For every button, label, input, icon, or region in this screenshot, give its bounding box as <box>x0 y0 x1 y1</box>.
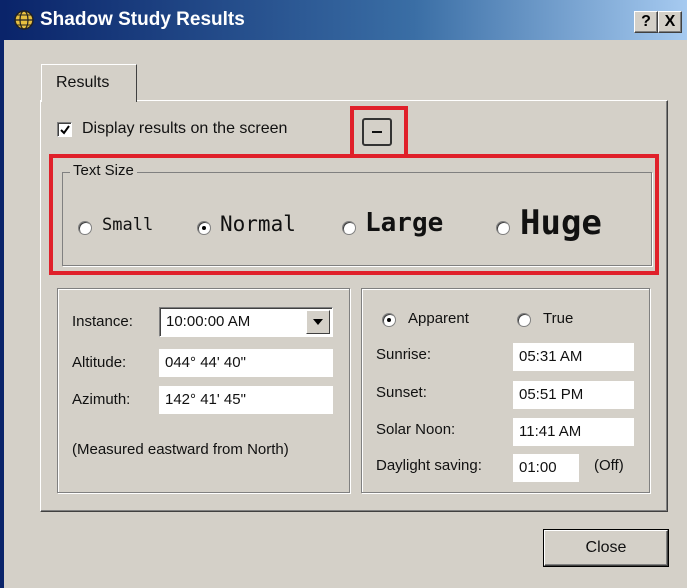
radio-apparent[interactable] <box>382 313 396 327</box>
text-size-large-label: Large <box>365 208 444 238</box>
azimuth-label: Azimuth: <box>72 391 131 408</box>
text-size-small-label: Small <box>102 215 154 235</box>
daylight-saving-label: Daylight saving: <box>376 457 482 474</box>
text-size-huge-label: Huge <box>520 203 602 243</box>
instance-value: 10:00:00 AM <box>166 313 251 330</box>
window-title: Shadow Study Results <box>40 9 245 30</box>
altitude-label: Altitude: <box>72 354 127 371</box>
display-results-label: Display results on the screen <box>82 120 288 137</box>
daylight-saving-field[interactable]: 01:00 <box>513 454 579 482</box>
sunrise-label: Sunrise: <box>376 346 432 363</box>
sunrise-field[interactable]: 05:31 AM <box>513 343 634 371</box>
daylight-saving-state: (Off) <box>594 457 624 474</box>
text-size-normal-label: Normal <box>220 212 296 236</box>
true-label: True <box>543 310 574 327</box>
instance-select[interactable]: 10:00:00 AM <box>159 307 333 337</box>
azimuth-note: (Measured eastward from North) <box>72 441 289 458</box>
dialog-window: Shadow Study Results ? X Results Display… <box>0 0 687 588</box>
help-button[interactable]: ? <box>634 11 658 33</box>
minus-icon <box>372 131 382 133</box>
close-button[interactable]: Close <box>544 530 668 566</box>
text-size-legend: Text Size <box>70 162 137 179</box>
chevron-down-icon <box>313 319 323 325</box>
azimuth-field[interactable]: 142° 41' 45" <box>159 386 333 414</box>
collapse-button[interactable] <box>362 118 392 146</box>
radio-normal[interactable] <box>197 221 211 235</box>
solar-noon-label: Solar Noon: <box>376 421 456 438</box>
radio-huge[interactable] <box>496 221 510 235</box>
radio-true[interactable] <box>517 313 531 327</box>
radio-small[interactable] <box>78 221 92 235</box>
checkmark-icon <box>60 124 70 135</box>
radio-large[interactable] <box>342 221 356 235</box>
solar-noon-field[interactable]: 11:41 AM <box>513 418 634 446</box>
sunset-label: Sunset: <box>376 384 427 401</box>
title-bar[interactable]: Shadow Study Results ? X <box>4 0 687 40</box>
sunset-field[interactable]: 05:51 PM <box>513 381 634 409</box>
close-window-button[interactable]: X <box>658 11 682 33</box>
app-globe-icon <box>14 10 34 30</box>
instance-label: Instance: <box>72 313 133 330</box>
tab-results[interactable]: Results <box>41 64 137 102</box>
display-results-checkbox[interactable] <box>57 121 72 137</box>
apparent-label: Apparent <box>408 310 469 327</box>
display-results-row[interactable]: Display results on the screen <box>57 120 287 138</box>
instance-dropdown-button[interactable] <box>306 310 330 334</box>
altitude-field[interactable]: 044° 44' 40" <box>159 349 333 377</box>
